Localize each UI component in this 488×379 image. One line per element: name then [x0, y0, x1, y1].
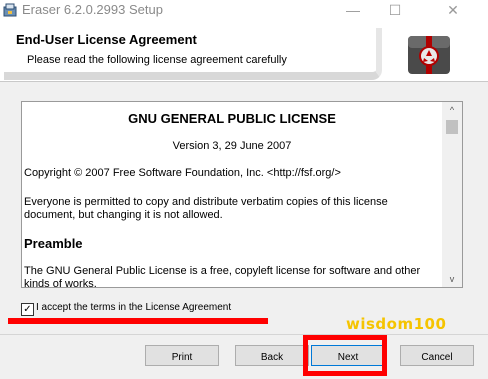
installer-icon	[3, 3, 17, 17]
title-bar: Eraser 6.2.0.2993 Setup — ☐ ✕	[0, 0, 488, 22]
next-button[interactable]: Next	[311, 345, 385, 366]
license-version: Version 3, 29 June 2007	[172, 140, 292, 152]
watermark-text: wisdom100	[346, 315, 447, 333]
license-title: GNU GENERAL PUBLIC LICENSE	[128, 111, 336, 126]
close-button[interactable]: ✕	[430, 0, 476, 22]
maximize-button[interactable]: ☐	[372, 0, 418, 22]
scroll-up-icon[interactable]: ^	[442, 102, 462, 118]
accept-checkbox[interactable]: ✓	[21, 303, 34, 316]
header-subtitle: Please read the following license agreem…	[27, 54, 287, 66]
license-text-box[interactable]: GNU GENERAL PUBLIC LICENSE Version 3, 29…	[21, 101, 463, 288]
license-scrollbar[interactable]: ^ v	[442, 102, 462, 287]
minimize-button[interactable]: —	[330, 0, 376, 22]
print-button[interactable]: Print	[145, 345, 219, 366]
license-content: GNU GENERAL PUBLIC LICENSE Version 3, 29…	[22, 102, 442, 287]
scrollbar-thumb[interactable]	[446, 120, 458, 134]
eraser-logo-icon	[408, 36, 450, 74]
license-permission-paragraph: Everyone is permitted to copy and distri…	[24, 196, 388, 221]
accept-checkbox-label[interactable]: I accept the terms in the License Agreem…	[36, 302, 231, 313]
scroll-down-icon[interactable]: v	[442, 271, 462, 287]
license-gnu-paragraph: The GNU General Public License is a free…	[24, 265, 421, 287]
dialog-header: End-User License Agreement Please read t…	[0, 22, 488, 82]
license-preamble-heading: Preamble	[24, 236, 83, 251]
annotation-underline	[8, 318, 268, 324]
window-title: Eraser 6.2.0.2993 Setup	[22, 2, 163, 17]
cancel-button[interactable]: Cancel	[400, 345, 474, 366]
license-copyright: Copyright © 2007 Free Software Foundatio…	[24, 167, 341, 179]
header-title: End-User License Agreement	[16, 32, 197, 47]
back-button[interactable]: Back	[235, 345, 309, 366]
